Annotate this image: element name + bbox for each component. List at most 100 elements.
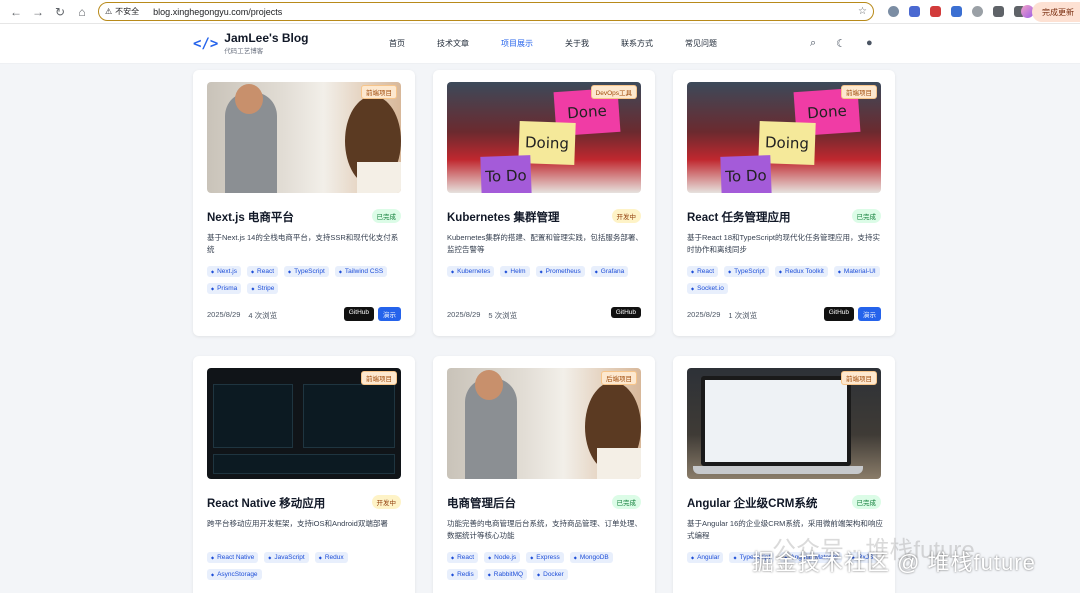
status-badge: 已完成 [371,209,401,223]
tech-tag[interactable]: JavaScript [264,552,309,563]
github-icon[interactable]: ● [866,37,873,50]
tech-tag[interactable]: Docker [533,569,568,580]
tag-list: React TypeScript Redux Toolkit Material-… [687,266,887,294]
tag-list: Next.js React TypeScript Tailwind CSS Pr… [207,266,407,294]
project-title[interactable]: Angular 企业级CRM系统 [687,495,817,511]
browser-toolbar: ← → ↻ ⌂ ⚠ 不安全 blog.xinghegongyu.com/proj… [0,0,1080,24]
tech-tag[interactable]: React [447,552,479,563]
tech-tag[interactable]: Redis [447,569,478,580]
site-subtitle: 代码工艺博客 [224,48,264,55]
project-card[interactable]: 后端项目 电商管理后台 已完成 功能完善的电商管理后台系统，支持商品管理、订单处… [433,356,655,593]
nav-buttons: ← → ↻ ⌂ [6,2,92,22]
tech-tag[interactable]: AsyncStorage [207,569,262,580]
reload-icon[interactable]: ↻ [50,2,70,22]
project-image: 前端项目 [687,368,881,479]
dark-mode-icon[interactable]: ☾ [836,37,846,50]
demo-button[interactable]: 演示 [378,307,401,321]
tech-tag[interactable]: Node.js [484,552,521,563]
nav-projects[interactable]: 项目展示 [501,38,533,49]
project-card[interactable]: Done Doing To Do DevOps工具 Kubernetes 集群管… [433,70,655,336]
extension-icon[interactable] [972,6,983,17]
github-button[interactable]: GitHub [343,307,374,321]
project-title[interactable]: React 任务管理应用 [687,209,791,225]
tech-tag[interactable]: Helm [500,266,530,277]
github-button[interactable]: GitHub [823,307,854,321]
project-actions: GitHub 演示 [343,307,401,321]
project-description: 功能完善的电商管理后台系统，支持商品管理、订单处理、数据统计等核心功能 [447,519,642,540]
tech-tag[interactable]: Prisma [207,283,242,294]
project-title[interactable]: Kubernetes 集群管理 [447,209,559,225]
tech-tag[interactable]: React [246,266,279,277]
tech-tag[interactable]: Prometheus [535,266,585,277]
header-actions: ⌕ ☾ ● [810,37,873,50]
nav-contact[interactable]: 联系方式 [621,38,653,49]
nav-home[interactable]: 首页 [389,38,405,49]
category-badge: 前端项目 [841,85,877,99]
tech-tag[interactable]: Material-UI [833,266,880,277]
tag-list: Kubernetes Helm Prometheus Grafana [447,266,647,277]
project-title[interactable]: 电商管理后台 [447,495,516,511]
url-text[interactable]: blog.xinghegongyu.com/projects [153,7,282,17]
tech-tag[interactable]: Next.js [207,266,241,277]
tech-tag[interactable]: Kubernetes [447,266,495,277]
project-image: 前端项目 [207,82,401,193]
project-description: 基于Next.js 14的全栈电商平台，支持SSR和现代化支付系统 [207,233,399,254]
tech-tag[interactable]: Stripe [247,283,279,294]
extension-icon[interactable] [909,6,920,17]
nav-about[interactable]: 关于我 [565,38,589,49]
tech-tag[interactable]: RabbitMQ [483,569,528,580]
security-indicator[interactable]: ⚠ 不安全 [105,6,139,17]
github-button[interactable]: GitHub [610,307,641,318]
extension-icon[interactable] [951,6,962,17]
project-actions: GitHub [610,307,641,318]
tech-tag[interactable]: React [687,266,719,277]
project-description: 基于React 18和TypeScript的现代化任务管理应用，支持实时协作和离… [687,233,880,254]
project-date: 2025/8/29 [207,310,241,319]
project-meta: 2025/8/29 1 次浏览 [687,310,757,321]
tag-list: React Native JavaScript Redux AsyncStora… [207,552,407,580]
bookmark-star-icon[interactable]: ☆ [858,6,867,17]
tech-tag[interactable]: Redux Toolkit [774,266,828,277]
project-meta: 2025/8/29 5 次浏览 [447,310,517,321]
back-icon[interactable]: ← [6,2,26,22]
warning-icon: ⚠ [105,7,113,16]
project-card[interactable]: Done Doing To Do 前端项目 React 任务管理应用 已完成 基… [673,70,895,336]
tech-tag[interactable]: React Native [207,552,259,563]
project-image: Done Doing To Do 前端项目 [687,82,881,193]
project-image: Done Doing To Do DevOps工具 [447,82,641,193]
extension-icon[interactable] [930,6,941,17]
search-icon[interactable]: ⌕ [810,37,816,50]
tech-tag[interactable]: Angular [687,552,724,563]
watermark: 掘金技术社区 @ 堆栈future [752,550,1036,575]
project-title[interactable]: React Native 移动应用 [207,495,325,511]
extension-icon[interactable] [993,6,1004,17]
tech-tag[interactable]: TypeScript [284,266,329,277]
site-logo[interactable]: </> JamLee's Blog 代码工艺博客 [193,31,309,56]
update-button[interactable]: 完成更新 [1032,2,1080,22]
demo-button[interactable]: 演示 [858,307,881,321]
address-bar[interactable]: ⚠ 不安全 blog.xinghegongyu.com/projects ☆ [98,2,874,21]
site-header: </> JamLee's Blog 代码工艺博客 首页 技术文章 项目展示 关于… [0,24,1080,64]
project-image: 前端项目 [207,368,401,479]
tech-tag[interactable]: MongoDB [569,552,613,563]
sticky-note: To Do [480,155,532,193]
nav-articles[interactable]: 技术文章 [437,38,469,49]
project-title[interactable]: Next.js 电商平台 [207,209,294,225]
home-icon[interactable]: ⌂ [72,2,92,22]
tech-tag[interactable]: Tailwind CSS [334,266,388,277]
tech-tag[interactable]: Socket.io [687,283,728,294]
project-image: 后端项目 [447,368,641,479]
extension-icon[interactable] [888,6,899,17]
project-card[interactable]: 前端项目 React Native 移动应用 开发中 跨平台移动应用开发框架，支… [193,356,415,593]
project-card[interactable]: 前端项目 Next.js 电商平台 已完成 基于Next.js 14的全栈电商平… [193,70,415,336]
project-description: Kubernetes集群的搭建、配置和管理实践，包括服务部署、监控告警等 [447,233,643,254]
nav-faq[interactable]: 常见问题 [685,38,717,49]
tech-tag[interactable]: Redux [314,552,348,563]
forward-icon[interactable]: → [28,2,48,22]
view-count: 4 次浏览 [248,311,278,320]
tech-tag[interactable]: Express [526,552,564,563]
tech-tag[interactable]: Grafana [590,266,629,277]
project-date: 2025/8/29 [687,310,721,319]
tech-tag[interactable]: TypeScript [724,266,769,277]
site-title: JamLee's Blog [224,31,309,45]
